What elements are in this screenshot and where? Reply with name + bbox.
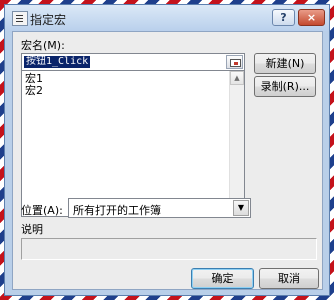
ok-button[interactable]: 确定	[191, 268, 254, 289]
macro-name-input[interactable]: 按钮1_Click	[21, 53, 245, 71]
macro-name-label: 宏名(M):	[21, 39, 65, 52]
location-selected-value: 所有打开的工作簿	[73, 204, 161, 217]
help-button[interactable]: ?	[272, 9, 295, 26]
location-select[interactable]: 所有打开的工作簿 ▼	[68, 198, 251, 218]
dialog-title: 指定宏	[30, 13, 67, 27]
close-button[interactable]: ×	[298, 9, 325, 26]
description-label: 说明	[21, 223, 43, 236]
macro-name-value: 按钮1_Click	[24, 56, 91, 68]
title-bar[interactable]: 指定宏 ? ×	[5, 5, 329, 31]
list-item-macro-2[interactable]: 宏2	[25, 85, 43, 97]
record-macro-button[interactable]: 录制(R)...	[254, 76, 316, 97]
description-box	[21, 238, 317, 260]
location-label: 位置(A):	[21, 204, 63, 217]
dialog-client-area: 宏名(M): 按钮1_Click 宏1 宏2 ▲ ▼ 新建(N) 录制(R)..…	[12, 31, 323, 290]
new-macro-button[interactable]: 新建(N)	[254, 53, 316, 74]
dropdown-arrow-icon[interactable]: ▼	[233, 200, 249, 216]
scroll-up-arrow-icon[interactable]: ▲	[230, 71, 244, 85]
cancel-button[interactable]: 取消	[259, 268, 319, 289]
dialog-icon	[12, 11, 28, 26]
macro-list-scrollbar[interactable]: ▲ ▼	[229, 71, 244, 216]
macro-list[interactable]: 宏1 宏2 ▲ ▼	[21, 71, 245, 217]
collapse-dialog-icon[interactable]	[226, 55, 243, 69]
assign-macro-dialog: 指定宏 ? × 宏名(M): 按钮1_Click 宏1 宏2 ▲ ▼ 新建(N)…	[4, 4, 330, 296]
